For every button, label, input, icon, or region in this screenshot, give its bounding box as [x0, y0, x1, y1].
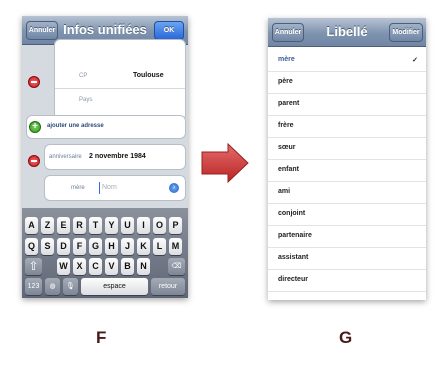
postal-label: CP [79, 73, 88, 79]
list-item-label: sœur [278, 144, 296, 151]
key-b[interactable]: B [121, 258, 134, 275]
birthday-label: anniversaire [49, 154, 82, 160]
key-c[interactable]: C [89, 258, 102, 275]
text-cursor [99, 182, 100, 194]
key-i[interactable]: I [137, 217, 150, 234]
postal-row[interactable]: CP Toulouse [55, 64, 185, 89]
add-address-label: ajouter une adresse [47, 123, 104, 129]
nav-bar-g: Annuler Libellé Modifier [268, 18, 426, 47]
list-item[interactable]: parent [268, 93, 426, 116]
key-e[interactable]: E [57, 217, 70, 234]
checkmark-icon: ✓ [412, 57, 418, 64]
list-item-label: conjoint [278, 210, 306, 217]
list-item-label: père [278, 78, 293, 85]
birthday-value[interactable]: 2 novembre 1984 [89, 153, 146, 160]
list-item-label: mère [278, 56, 295, 63]
key-v[interactable]: V [105, 258, 118, 275]
delete-birthday-icon[interactable] [28, 155, 40, 167]
related-label[interactable]: mère [71, 185, 85, 191]
key-a[interactable]: A [25, 217, 38, 234]
contact-form: CP Toulouse Pays + ajouter une adresse a… [22, 39, 188, 208]
microphone-icon[interactable]: 🎙 [63, 278, 78, 295]
delete-key[interactable]: ⌫ [168, 258, 185, 275]
key-q[interactable]: Q [25, 238, 38, 255]
list-item[interactable]: mère ✓ [268, 49, 426, 72]
list-item[interactable]: frère [268, 115, 426, 138]
space-key[interactable]: espace [81, 278, 148, 295]
key-o[interactable]: O [153, 217, 166, 234]
chevron-right-icon[interactable]: › [169, 183, 179, 193]
screen-f: Annuler Infos unifiées OK CP Toulouse Pa… [22, 16, 188, 298]
related-name-row[interactable]: mère Nom › [44, 175, 186, 201]
add-icon[interactable]: + [29, 121, 41, 133]
return-key[interactable]: retour [151, 278, 185, 295]
edit-button[interactable]: Modifier [389, 23, 423, 42]
caption-f: F [96, 328, 107, 347]
globe-icon[interactable]: ◍ [45, 278, 60, 295]
key-k[interactable]: K [137, 238, 150, 255]
list-item-label: partenaire [278, 232, 312, 239]
key-u[interactable]: U [121, 217, 134, 234]
ok-button[interactable]: OK [154, 21, 184, 40]
list-item[interactable]: conjoint [268, 203, 426, 226]
key-g[interactable]: G [89, 238, 102, 255]
list-item[interactable]: père [268, 71, 426, 94]
key-j[interactable]: J [121, 238, 134, 255]
list-item-label: assistant [278, 254, 309, 261]
screen-g: Annuler Libellé Modifier mère ✓ père parent… [268, 18, 426, 300]
list-item[interactable]: directeur [268, 269, 426, 292]
key-h[interactable]: H [105, 238, 118, 255]
key-d[interactable]: D [57, 238, 70, 255]
key-p[interactable]: P [169, 217, 182, 234]
key-x[interactable]: X [73, 258, 86, 275]
keyboard: AZERTYUIOP QSDFGHJKLM WXCVBN ⇧ ⌫ 123 ◍ 🎙 e… [22, 208, 188, 298]
key-z[interactable]: Z [41, 217, 54, 234]
arrow-right-icon [201, 143, 249, 183]
list-item[interactable]: ami [268, 181, 426, 204]
key-w[interactable]: W [57, 258, 70, 275]
list-item[interactable]: partenaire [268, 225, 426, 248]
birthday-row[interactable]: anniversaire 2 novembre 1984 [44, 144, 186, 170]
delete-address-icon[interactable] [28, 76, 40, 88]
shift-key[interactable]: ⇧ [25, 258, 42, 275]
key-l[interactable]: L [153, 238, 166, 255]
key-m[interactable]: M [169, 238, 182, 255]
key-y[interactable]: Y [105, 217, 118, 234]
list-item-label: directeur [278, 276, 308, 283]
key-r[interactable]: R [73, 217, 86, 234]
list-item-label: enfant [278, 166, 299, 173]
key-s[interactable]: S [41, 238, 54, 255]
list-item-label: parent [278, 100, 300, 107]
numbers-key[interactable]: 123 [25, 278, 42, 295]
list-item[interactable]: assistant [268, 247, 426, 270]
country-row[interactable]: Pays [55, 88, 185, 112]
key-n[interactable]: N [137, 258, 150, 275]
city-value[interactable]: Toulouse [133, 72, 164, 79]
country-label: Pays [79, 97, 93, 103]
key-f[interactable]: F [73, 238, 86, 255]
add-address-row[interactable]: + ajouter une adresse [26, 115, 186, 139]
address-group: CP Toulouse Pays [54, 39, 186, 121]
list-item-label: frère [278, 122, 294, 129]
name-placeholder[interactable]: Nom [102, 184, 117, 191]
key-t[interactable]: T [89, 217, 102, 234]
caption-g: G [339, 328, 353, 347]
list-item[interactable]: enfant [268, 159, 426, 182]
list-item[interactable]: sœur [268, 137, 426, 160]
list-item-label: ami [278, 188, 291, 195]
